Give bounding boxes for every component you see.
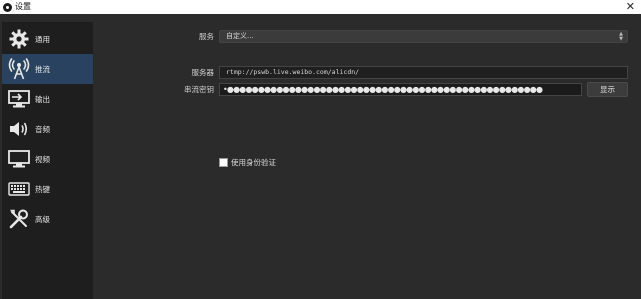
monitor-icon <box>7 148 31 170</box>
stream-key-label: 串流密钥 <box>184 85 214 94</box>
service-label: 服务 <box>199 32 214 41</box>
title-bar: 设置 ✕ <box>0 0 641 14</box>
keyboard-icon <box>7 178 31 200</box>
sidebar-item-stream[interactable]: 推流 <box>2 54 93 84</box>
app-logo-icon <box>3 2 12 12</box>
sidebar-item-audio[interactable]: 音频 <box>2 114 93 144</box>
close-icon[interactable]: ✕ <box>626 0 635 14</box>
up-down-arrows-icon: ▲ ▼ <box>619 31 623 42</box>
window-title: 设置 <box>15 2 31 11</box>
sidebar-item-hotkeys[interactable]: 热键 <box>2 174 93 204</box>
stream-key-masked-value: •●●●●●●●●●●●●●●●●●●●●●●●●●●●●●●●●●●●●●●●… <box>223 85 543 94</box>
sidebar-item-general[interactable]: 通用 <box>2 24 93 54</box>
settings-window: 通用 推流 输出 音频 视频 热键 高级 服务 自定义... ▲ ▼ 服务器 r… <box>0 14 641 299</box>
use-auth-checkbox[interactable] <box>219 158 228 167</box>
server-input-value: rtmp://pswb.live.weibo.com/alicdn/ <box>226 68 360 76</box>
sidebar-item-output[interactable]: 输出 <box>2 84 93 114</box>
broadcast-antenna-icon <box>7 58 31 80</box>
sidebar-item-label: 输出 <box>35 94 50 104</box>
stream-key-input[interactable]: •●●●●●●●●●●●●●●●●●●●●●●●●●●●●●●●●●●●●●●●… <box>219 83 582 96</box>
server-input[interactable]: rtmp://pswb.live.weibo.com/alicdn/ <box>219 66 628 79</box>
gear-icon <box>7 28 31 50</box>
sidebar-item-label: 通用 <box>35 34 50 44</box>
use-auth-label[interactable]: 使用身份验证 <box>231 157 276 168</box>
sidebar-item-label: 热键 <box>35 184 50 194</box>
stream-settings-panel <box>93 22 641 299</box>
settings-sidebar: 通用 推流 输出 音频 视频 热键 高级 <box>2 22 93 299</box>
speaker-icon <box>7 118 31 140</box>
output-monitor-icon <box>7 88 31 110</box>
tools-icon <box>7 208 31 230</box>
service-select[interactable]: 自定义... ▲ ▼ <box>219 30 628 43</box>
server-label: 服务器 <box>191 68 215 77</box>
show-key-button[interactable]: 显示 <box>587 82 628 97</box>
service-select-value: 自定义... <box>226 32 254 40</box>
sidebar-item-label: 音频 <box>35 124 50 134</box>
sidebar-item-label: 高级 <box>35 214 50 224</box>
sidebar-item-label: 推流 <box>35 64 50 74</box>
sidebar-item-advanced[interactable]: 高级 <box>2 204 93 234</box>
sidebar-item-video[interactable]: 视频 <box>2 144 93 174</box>
sidebar-item-label: 视频 <box>35 154 50 164</box>
